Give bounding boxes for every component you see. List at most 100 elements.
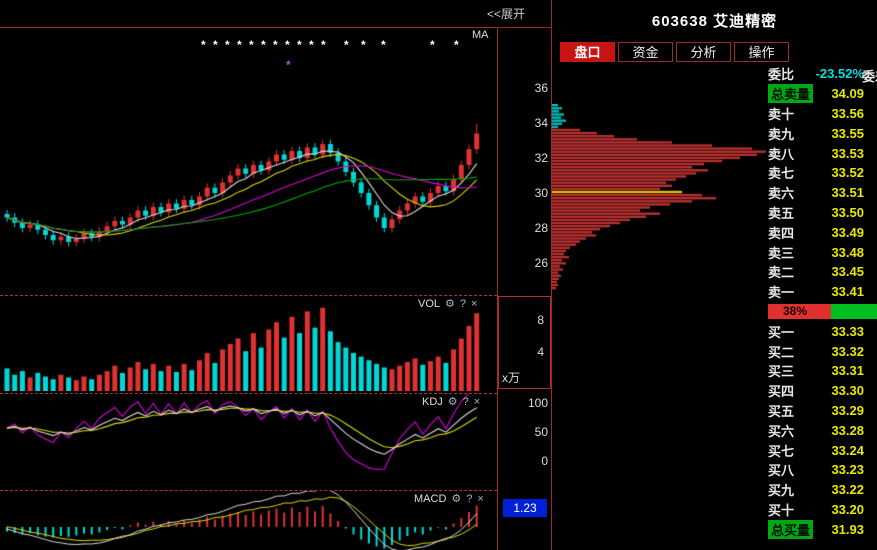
kdj-tick: 0 <box>541 454 548 468</box>
volume-chart[interactable] <box>0 296 497 391</box>
weibi-value: -23.52% <box>816 66 864 81</box>
bid-row[interactable]: 买三33.31 <box>768 361 877 381</box>
price-tick: 36 <box>535 81 548 95</box>
ask-label: 卖二 <box>768 262 794 281</box>
bid-label: 买二 <box>768 342 794 361</box>
bid-price: 33.31 <box>831 363 864 378</box>
bid-row[interactable]: 买九 33.22 <box>768 480 877 500</box>
tab-order-book[interactable]: 盘口 <box>560 42 615 62</box>
sell-buy-ratio-bar: 38% <box>768 304 877 319</box>
price-tick: 28 <box>535 221 548 235</box>
tab-funds[interactable]: 资金 <box>618 42 673 62</box>
bid-label: 买五 <box>768 401 794 420</box>
ask-price: 33.48 <box>831 245 864 260</box>
bid-row[interactable]: 买十33.20 <box>768 500 877 520</box>
bid-label: 买一 <box>768 322 794 341</box>
bid-price: 33.33 <box>831 324 864 339</box>
ask-label: 卖七 <box>768 163 794 182</box>
bid-row[interactable]: 买二 33.32 <box>768 341 877 361</box>
weicha-label: 委差 <box>862 66 877 85</box>
ask-row[interactable]: 卖二 33.45 <box>768 262 877 282</box>
total-buy-row: 总买量 31.93 <box>768 519 877 539</box>
bid-row[interactable]: 买六33.28 <box>768 420 877 440</box>
chart-section: <<展开 * * * * * * * ** * ******* MA 36343… <box>0 0 552 550</box>
price-tick: 32 <box>535 151 548 165</box>
bid-label: 买九 <box>768 480 794 499</box>
total-sell-value: 34.09 <box>831 86 864 101</box>
divider <box>497 28 498 550</box>
ask-label: 卖一 <box>768 282 794 301</box>
bid-label: 买八 <box>768 460 794 479</box>
ratio-red-segment: 38% <box>768 304 831 319</box>
kdj-label: KDJ <box>422 396 443 408</box>
bid-price: 33.24 <box>831 443 864 458</box>
ask-label: 卖八 <box>768 144 794 163</box>
ask-row[interactable]: 卖三33.48 <box>768 242 877 262</box>
weibi-label: 委比 <box>768 64 794 83</box>
vol-label: VOL <box>418 298 440 310</box>
ask-price: 33.52 <box>831 165 864 180</box>
collapse-toggle[interactable]: <<展开 <box>487 5 525 22</box>
bid-price: 33.29 <box>831 403 864 418</box>
event-marker: * <box>430 38 437 52</box>
stock-title: 603638 艾迪精密 <box>552 10 877 31</box>
gear-icon[interactable]: ⚙ <box>448 395 458 408</box>
quote-panel: 603638 艾迪精密 盘口资金分析操作 委比 -23.52% 委差 总卖量 3… <box>552 0 877 550</box>
event-marker: * <box>286 58 293 72</box>
tab-analysis[interactable]: 分析 <box>676 42 731 62</box>
ask-price: 33.41 <box>831 284 864 299</box>
ask-row[interactable]: 卖六33.51 <box>768 183 877 203</box>
ask-price: 33.45 <box>831 264 864 279</box>
price-tick: 34 <box>535 116 548 130</box>
ask-row[interactable]: 卖七 33.52 <box>768 163 877 183</box>
total-buy-label: 总买量 <box>768 520 813 539</box>
bid-row[interactable]: 买七33.24 <box>768 440 877 460</box>
close-icon[interactable]: × <box>477 493 483 505</box>
help-icon[interactable]: ? <box>460 298 466 310</box>
ask-row[interactable]: 卖十33.56 <box>768 104 877 124</box>
bid-price: 33.32 <box>831 344 864 359</box>
volume-profile-chart <box>552 104 768 296</box>
vol-tick: 4 <box>537 345 544 359</box>
ask-row[interactable]: 卖一 33.41 <box>768 282 877 302</box>
ask-label: 卖九 <box>768 124 794 143</box>
bid-row[interactable]: 买八33.23 <box>768 460 877 480</box>
bid-row[interactable]: 买一 33.33 <box>768 321 877 341</box>
gear-icon[interactable]: ⚙ <box>451 492 461 505</box>
candlestick-chart[interactable] <box>0 28 497 293</box>
kdj-chart[interactable] <box>0 394 497 488</box>
kdj-tick: 50 <box>535 425 548 439</box>
ask-price: 33.51 <box>831 185 864 200</box>
ask-price: 33.50 <box>831 205 864 220</box>
bid-row[interactable]: 买四33.30 <box>768 381 877 401</box>
vol-unit-label: x万 <box>502 369 520 386</box>
total-sell-label: 总卖量 <box>768 84 813 103</box>
trading-terminal: <<展开 * * * * * * * ** * ******* MA 36343… <box>0 0 877 550</box>
ask-row[interactable]: 卖四33.49 <box>768 222 877 242</box>
kdj-tick: 100 <box>528 396 548 410</box>
close-icon[interactable]: × <box>474 396 480 408</box>
ask-price: 33.55 <box>831 126 864 141</box>
kdj-panel-header: KDJ ⚙ ? × <box>422 395 480 408</box>
ask-label: 卖五 <box>768 203 794 222</box>
price-tick: 26 <box>535 256 548 270</box>
bid-row[interactable]: 买五 33.29 <box>768 401 877 421</box>
event-marker: * <box>344 38 351 52</box>
quote-tabs: 盘口资金分析操作 <box>560 42 789 62</box>
ask-row[interactable]: 卖九 33.55 <box>768 123 877 143</box>
ma-indicator-label: MA <box>472 29 489 41</box>
ask-row[interactable]: 卖八33.53 <box>768 143 877 163</box>
ask-row[interactable]: 卖五 33.50 <box>768 203 877 223</box>
gear-icon[interactable]: ⚙ <box>445 297 455 310</box>
event-marker: * <box>381 38 388 52</box>
help-icon[interactable]: ? <box>463 396 469 408</box>
ask-label: 卖十 <box>768 104 794 123</box>
macd-panel-header: MACD ⚙ ? × <box>414 492 484 505</box>
bid-label: 买四 <box>768 381 794 400</box>
bid-price: 33.22 <box>831 482 864 497</box>
help-icon[interactable]: ? <box>466 493 472 505</box>
event-marker: * <box>454 38 461 52</box>
bid-price: 33.28 <box>831 423 864 438</box>
close-icon[interactable]: × <box>471 298 477 310</box>
tab-actions[interactable]: 操作 <box>734 42 789 62</box>
